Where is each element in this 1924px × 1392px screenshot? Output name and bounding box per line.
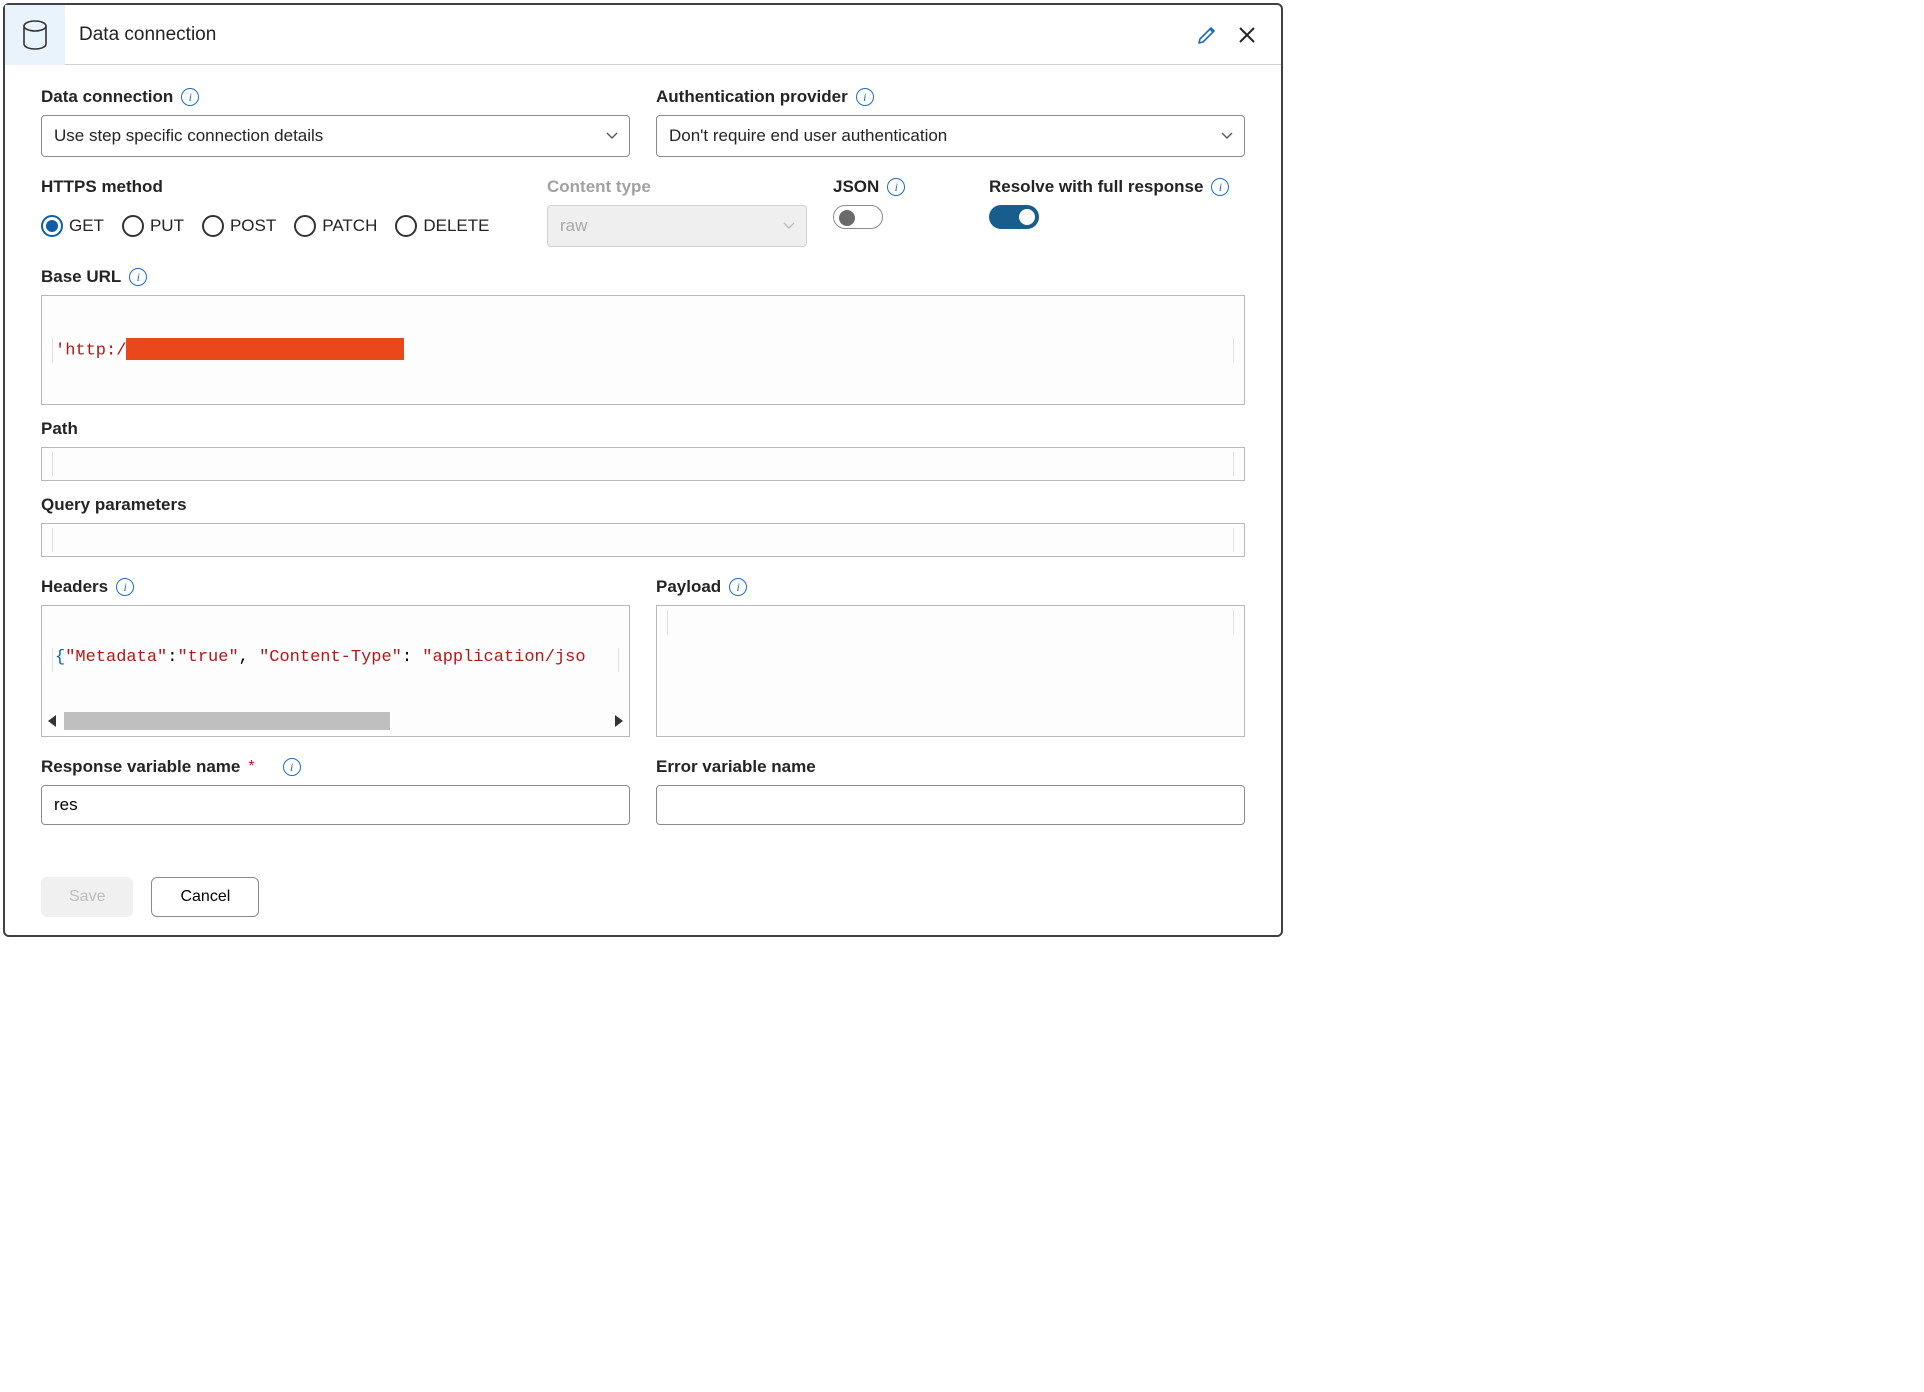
close-button[interactable] [1227,15,1267,55]
data-connection-value: Use step specific connection details [54,126,323,146]
json-toggle[interactable] [833,205,883,229]
payload-input[interactable] [656,605,1245,737]
info-icon[interactable]: i [116,578,134,596]
data-connection-dialog: Data connection Data connection i Use st… [3,3,1283,937]
base-url-input[interactable]: 'http:/ [41,295,1245,405]
data-connection-select[interactable]: Use step specific connection details [41,115,630,157]
radio-put[interactable]: PUT [122,215,184,237]
content-type-select: raw [547,205,807,247]
query-params-input[interactable] [41,523,1245,557]
save-button: Save [41,877,133,917]
path-label: Path [41,419,78,439]
scroll-left-icon[interactable] [48,715,56,727]
resolve-toggle[interactable] [989,205,1039,229]
error-var-label: Error variable name [656,757,816,777]
chevron-down-icon [782,221,796,231]
info-icon[interactable]: i [1211,178,1229,196]
database-icon [5,5,65,65]
content-type-value: raw [560,216,587,236]
info-icon[interactable]: i [283,758,301,776]
https-method-group: GET PUT POST PATCH DELETE [41,205,521,247]
radio-patch[interactable]: PATCH [294,215,377,237]
horizontal-scrollbar[interactable] [48,712,623,730]
redacted-block [126,338,404,360]
radio-get[interactable]: GET [41,215,104,237]
info-icon[interactable]: i [129,268,147,286]
info-icon[interactable]: i [856,88,874,106]
headers-input[interactable]: {"Metadata":"true", "Content-Type": "app… [41,605,630,737]
chevron-down-icon [605,131,619,141]
dialog-footer: Save Cancel [41,845,1245,917]
response-var-input[interactable] [41,785,630,825]
base-url-label: Base URL [41,267,121,287]
scroll-right-icon[interactable] [615,715,623,727]
radio-delete[interactable]: DELETE [395,215,489,237]
query-params-label: Query parameters [41,495,187,515]
payload-label: Payload [656,577,721,597]
response-var-label: Response variable name [41,757,240,777]
chevron-down-icon [1220,131,1234,141]
dialog-body: Data connection i Use step specific conn… [5,65,1281,935]
dialog-title: Data connection [65,24,1187,46]
cancel-button[interactable]: Cancel [151,877,259,917]
path-input[interactable] [41,447,1245,481]
https-method-label: HTTPS method [41,177,163,197]
info-icon[interactable]: i [181,88,199,106]
edit-button[interactable] [1187,15,1227,55]
json-label: JSON [833,177,879,197]
headers-label: Headers [41,577,108,597]
auth-provider-select[interactable]: Don't require end user authentication [656,115,1245,157]
auth-provider-value: Don't require end user authentication [669,126,947,146]
required-indicator: * [248,758,254,776]
data-connection-label: Data connection [41,87,173,107]
info-icon[interactable]: i [887,178,905,196]
radio-post[interactable]: POST [202,215,276,237]
info-icon[interactable]: i [729,578,747,596]
auth-provider-label: Authentication provider [656,87,848,107]
error-var-input[interactable] [656,785,1245,825]
dialog-header: Data connection [5,5,1281,65]
content-type-label: Content type [547,177,651,197]
resolve-label: Resolve with full response [989,177,1203,197]
scrollbar-thumb[interactable] [64,712,390,730]
